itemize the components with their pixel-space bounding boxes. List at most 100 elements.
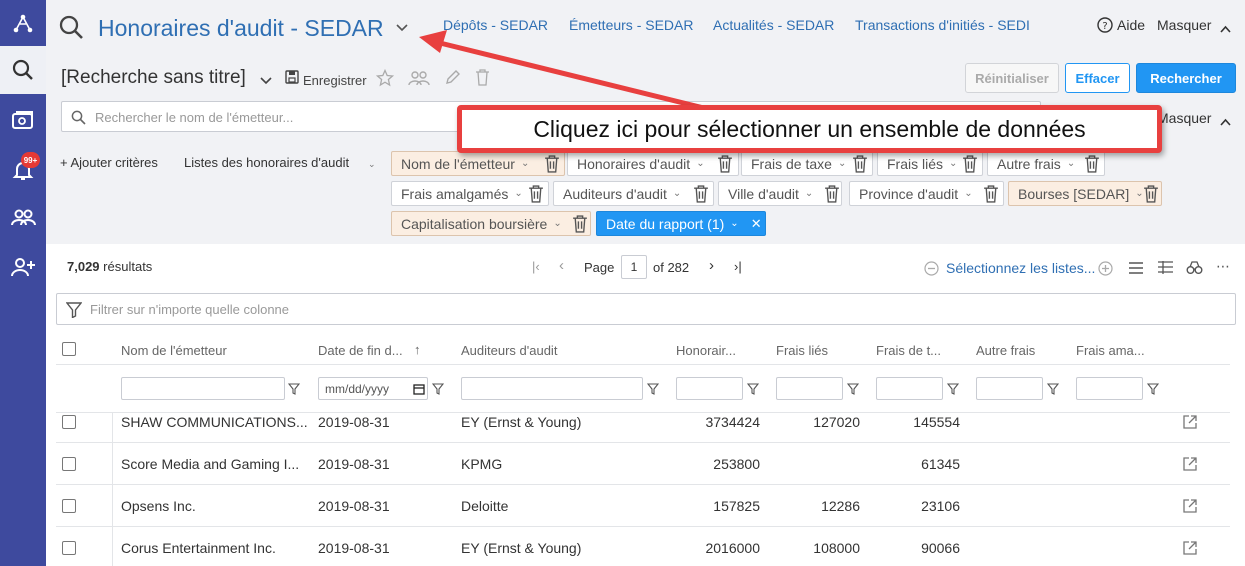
col-header-end-date[interactable]: Date de fin d... (318, 343, 403, 358)
help-link[interactable]: Aide (1117, 17, 1145, 33)
chip-auditors[interactable]: Auditeurs d'audit ⌄ (553, 181, 714, 206)
sort-ascending-icon[interactable]: ↑ (414, 342, 421, 357)
cell-issuer[interactable]: SHAW COMMUNICATIONS... (121, 414, 308, 430)
chip-report-date[interactable]: Date du rapport (1) ⌄ ✕ (596, 211, 766, 236)
funnel-icon[interactable] (747, 383, 759, 395)
row-checkbox[interactable] (62, 415, 76, 429)
select-all-checkbox[interactable] (62, 342, 76, 356)
col-header-amalgamated-fees[interactable]: Frais ama... (1076, 343, 1145, 358)
edit-pencil-icon[interactable] (444, 69, 461, 89)
minus-circle-icon[interactable] (924, 261, 939, 279)
row-checkbox[interactable] (62, 499, 76, 513)
trash-icon[interactable] (852, 155, 868, 173)
search-nav-icon[interactable] (0, 46, 46, 94)
filter-date-input[interactable]: mm/dd/yyyy (318, 377, 428, 400)
filter-amalgamated-input[interactable] (1076, 377, 1143, 400)
chip-audit-province[interactable]: Province d'audit ⌄ (849, 181, 1004, 206)
funnel-icon[interactable] (1147, 383, 1159, 395)
hide-link-2[interactable]: Masquer (1157, 110, 1211, 126)
cell-issuer[interactable]: Score Media and Gaming I... (121, 456, 299, 472)
trash-icon[interactable] (1143, 185, 1159, 203)
help-icon[interactable]: ? (1097, 17, 1113, 36)
dataset-title[interactable]: Honoraires d'audit - SEDAR (98, 15, 384, 42)
funnel-icon[interactable] (947, 383, 959, 395)
search-name[interactable]: [Recherche sans titre] (61, 67, 246, 89)
funnel-icon[interactable] (1047, 383, 1059, 395)
chip-issuer-name[interactable]: Nom de l'émetteur ⌄ (391, 151, 565, 176)
chip-exchanges[interactable]: Bourses [SEDAR] ⌄ (1008, 181, 1162, 206)
filter-related-fees-input[interactable] (776, 377, 843, 400)
delete-trash-icon[interactable] (475, 69, 490, 89)
clear-button[interactable]: Effacer (1065, 63, 1130, 93)
binoculars-icon[interactable] (1186, 260, 1203, 278)
last-page-icon[interactable]: ›| (734, 259, 742, 274)
col-header-tax-fees[interactable]: Frais de t... (876, 343, 941, 358)
save-icon[interactable] (285, 70, 299, 87)
trash-icon[interactable] (824, 185, 840, 203)
logo-icon[interactable] (0, 0, 46, 48)
trash-icon[interactable] (962, 155, 978, 173)
funnel-icon[interactable] (432, 383, 444, 395)
filter-auditors-input[interactable] (461, 377, 643, 400)
users-icon[interactable] (0, 194, 46, 242)
plus-circle-icon[interactable] (1098, 261, 1113, 279)
nav-filings[interactable]: Dépôts - SEDAR (443, 17, 548, 33)
filter-tax-fees-input[interactable] (876, 377, 943, 400)
open-external-icon[interactable] (1182, 540, 1198, 556)
search-button[interactable]: Rechercher (1136, 63, 1236, 93)
filter-issuer-input[interactable] (121, 377, 285, 400)
chevron-up-icon[interactable] (1220, 114, 1231, 129)
select-lists-dropdown[interactable]: Sélectionnez les listes... (946, 260, 1095, 276)
funnel-icon[interactable] (288, 383, 300, 395)
hide-link[interactable]: Masquer (1157, 17, 1211, 33)
filter-other-fees-input[interactable] (976, 377, 1043, 400)
chip-audit-fees[interactable]: Honoraires d'audit ⌄ (567, 151, 739, 176)
save-button[interactable]: Enregistrer (303, 73, 367, 88)
prev-page-icon[interactable]: ‹ (559, 257, 564, 274)
trash-icon[interactable] (544, 155, 560, 173)
col-header-issuer[interactable]: Nom de l'émetteur (121, 343, 227, 358)
funnel-icon[interactable] (847, 383, 859, 395)
chevron-down-icon[interactable]: ⌄ (368, 159, 376, 170)
columns-icon[interactable] (1157, 260, 1174, 278)
reset-button[interactable]: Réinitialiser (965, 63, 1059, 93)
chip-amalgamated-fees[interactable]: Frais amalgamés ⌄ (391, 181, 549, 206)
chip-market-cap[interactable]: Capitalisation boursière ⌄ (391, 211, 591, 236)
chevron-down-icon[interactable] (396, 21, 408, 36)
density-icon[interactable] (1128, 261, 1144, 278)
funnel-icon[interactable] (647, 383, 659, 395)
col-header-audit-fees[interactable]: Honorair... (676, 343, 736, 358)
nav-news[interactable]: Actualités - SEDAR (713, 17, 834, 33)
more-options-icon[interactable]: ⋯ (1216, 258, 1230, 275)
chevron-up-icon[interactable] (1220, 21, 1231, 36)
trash-icon[interactable] (572, 215, 588, 233)
criteria-lists-dropdown[interactable]: Listes des honoraires d'audit (184, 155, 349, 170)
cell-issuer[interactable]: Opsens Inc. (121, 498, 196, 514)
first-page-icon[interactable]: |‹ (532, 259, 540, 274)
trash-icon[interactable] (528, 185, 544, 203)
trash-icon[interactable] (983, 185, 999, 203)
star-icon[interactable] (375, 68, 395, 90)
add-criteria-button[interactable]: + Ajouter critères (60, 155, 158, 170)
nav-issuers[interactable]: Émetteurs - SEDAR (569, 17, 693, 33)
add-user-icon[interactable] (0, 243, 46, 291)
col-header-auditors[interactable]: Auditeurs d'audit (461, 343, 557, 358)
trash-icon[interactable] (717, 155, 733, 173)
saved-search-icon[interactable] (0, 96, 46, 144)
trash-icon[interactable] (1084, 155, 1100, 173)
filter-audit-fees-input[interactable] (676, 377, 743, 400)
col-header-other-fees[interactable]: Autre frais (976, 343, 1035, 358)
col-header-related-fees[interactable]: Frais liés (776, 343, 828, 358)
calendar-icon[interactable] (413, 383, 425, 395)
open-external-icon[interactable] (1182, 498, 1198, 514)
open-external-icon[interactable] (1182, 414, 1198, 430)
open-external-icon[interactable] (1182, 456, 1198, 472)
trash-icon[interactable] (693, 185, 709, 203)
page-input[interactable]: 1 (621, 255, 647, 279)
cell-issuer[interactable]: Corus Entertainment Inc. (121, 540, 276, 556)
chevron-down-icon[interactable] (260, 73, 272, 88)
row-checkbox[interactable] (62, 541, 76, 555)
row-checkbox[interactable] (62, 457, 76, 471)
next-page-icon[interactable]: › (709, 257, 714, 274)
column-filter-input[interactable]: Filtrer sur n'importe quelle colonne (56, 293, 1236, 325)
